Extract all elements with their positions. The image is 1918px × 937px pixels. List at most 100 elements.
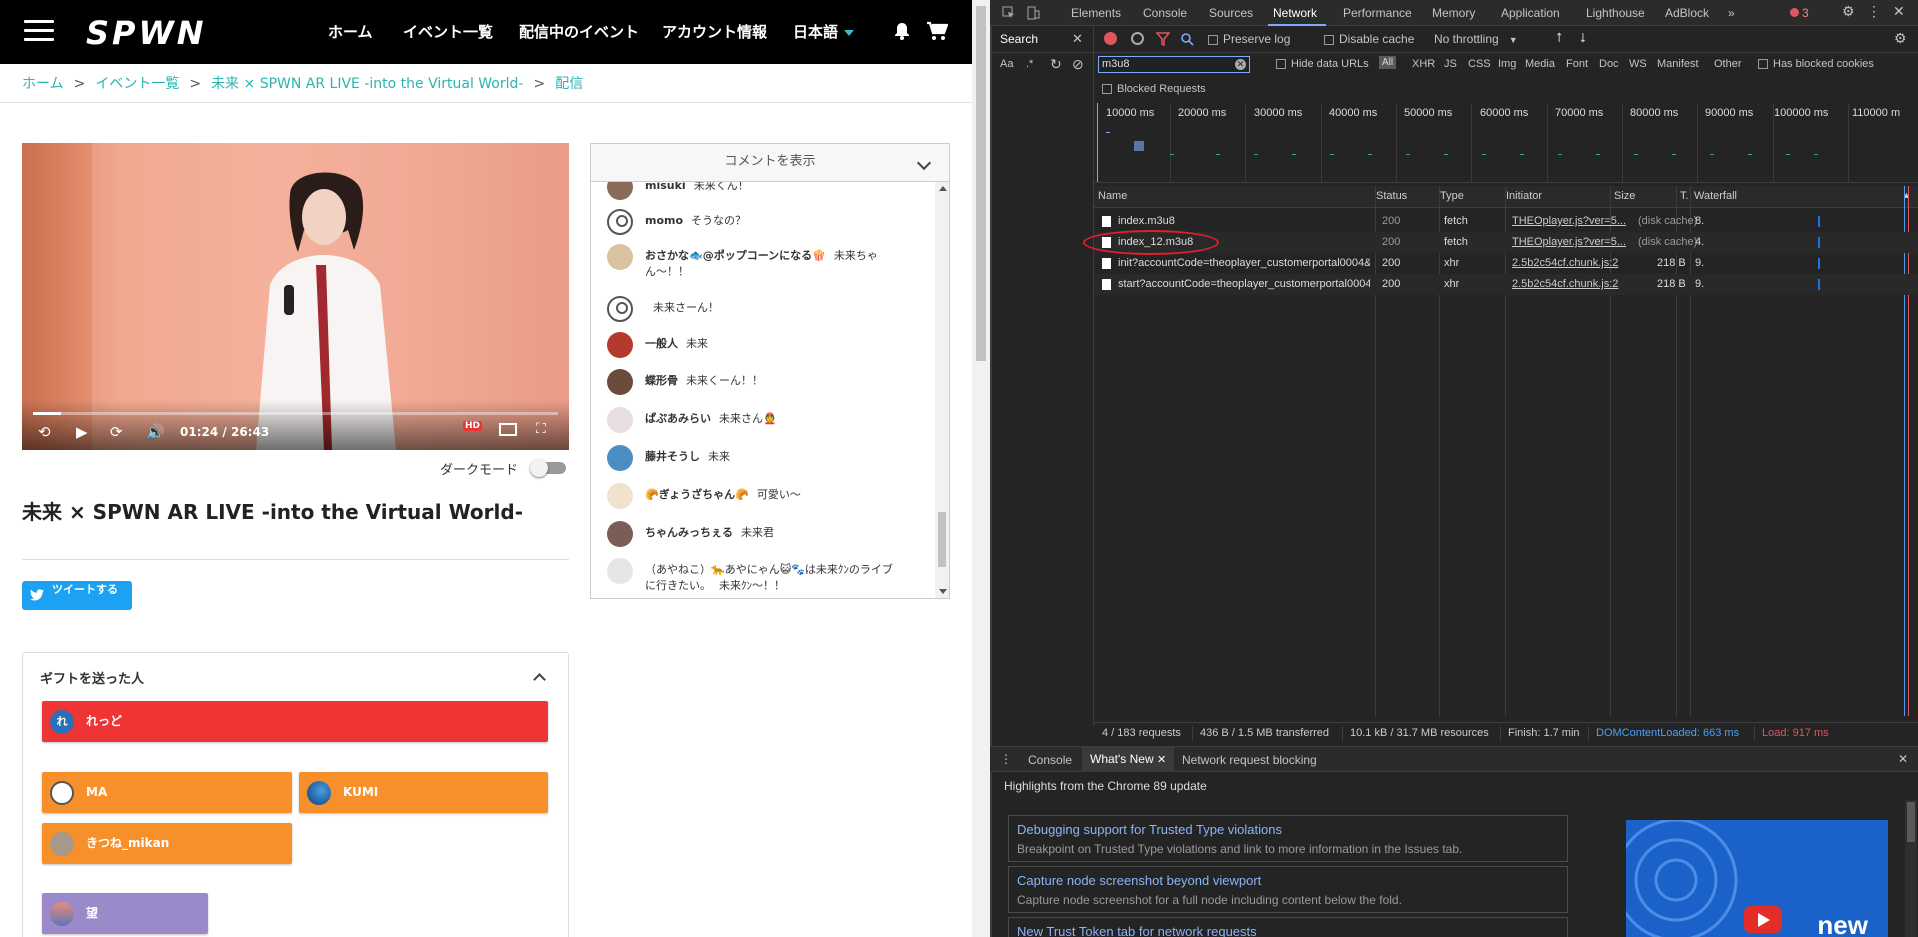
- inspect-element-icon[interactable]: [1002, 6, 1016, 20]
- column-initiator[interactable]: Initiator: [1506, 190, 1542, 202]
- chevron-up-icon[interactable]: [533, 673, 546, 686]
- scrollbar-thumb[interactable]: [938, 512, 946, 567]
- video-progress-bar[interactable]: [33, 412, 558, 415]
- breadcrumb-events[interactable]: イベント一覧: [95, 76, 179, 92]
- request-row[interactable]: start?accountCode=theoplayer_customerpor…: [1094, 274, 1918, 295]
- tab-adblock[interactable]: AdBlock: [1665, 6, 1709, 20]
- clear-search-icon[interactable]: ⊘: [1072, 56, 1084, 73]
- filter-icon[interactable]: [1156, 32, 1170, 46]
- column-size[interactable]: Size: [1614, 190, 1635, 202]
- type-filter-all[interactable]: All: [1379, 56, 1397, 69]
- rewind-10-icon[interactable]: ⟲: [38, 423, 51, 441]
- close-icon[interactable]: ✕: [1893, 3, 1905, 20]
- tab-sources[interactable]: Sources: [1209, 6, 1253, 20]
- request-row[interactable]: index.m3u8 200 fetch THEOplayer.js?ver=5…: [1094, 211, 1918, 232]
- tab-elements[interactable]: Elements: [1071, 6, 1121, 20]
- hamburger-icon[interactable]: [24, 20, 54, 42]
- request-initiator[interactable]: 2.5b2c54cf.chunk.js:2: [1512, 253, 1632, 274]
- type-filter-other[interactable]: Other: [1714, 58, 1742, 70]
- scrollbar-thumb[interactable]: [1907, 802, 1915, 842]
- tab-network[interactable]: Network: [1273, 6, 1317, 20]
- export-har-icon[interactable]: ⭣: [1580, 30, 1586, 46]
- whats-new-card[interactable]: Capture node screenshot beyond viewport …: [1008, 866, 1568, 913]
- nav-account[interactable]: アカウント情報: [662, 21, 767, 42]
- clear-icon[interactable]: [1131, 32, 1144, 45]
- more-tabs-icon[interactable]: »: [1728, 6, 1735, 20]
- throttling-select[interactable]: No throttling ▼: [1434, 32, 1518, 46]
- spwn-logo[interactable]: SPWN: [86, 14, 207, 52]
- nav-live-events[interactable]: 配信中のイベント: [519, 21, 639, 42]
- column-time[interactable]: T.: [1680, 190, 1689, 202]
- language-selector[interactable]: 日本語: [793, 21, 855, 42]
- scroll-up-arrow-icon[interactable]: [939, 186, 947, 191]
- type-filter-ws[interactable]: WS: [1629, 58, 1647, 70]
- device-toolbar-icon[interactable]: [1026, 6, 1040, 20]
- type-filter-doc[interactable]: Doc: [1599, 58, 1619, 70]
- drawer-tab-network-request-blocking[interactable]: Network request blocking: [1182, 753, 1317, 767]
- drawer-menu-icon[interactable]: ⋮: [1000, 752, 1012, 766]
- column-name[interactable]: Name: [1098, 190, 1127, 202]
- search-icon[interactable]: [1180, 32, 1194, 46]
- type-filter-font[interactable]: Font: [1566, 58, 1588, 70]
- type-filter-css[interactable]: CSS: [1468, 58, 1491, 70]
- fullscreen-icon[interactable]: ⛶: [536, 421, 546, 437]
- comment-scrollbar[interactable]: [935, 182, 949, 598]
- theater-mode-icon[interactable]: [499, 423, 517, 436]
- close-drawer-icon[interactable]: ✕: [1898, 752, 1908, 766]
- more-options-icon[interactable]: ⋮: [1867, 3, 1881, 20]
- video-player[interactable]: [22, 143, 569, 450]
- request-initiator[interactable]: THEOplayer.js?ver=5...: [1512, 211, 1632, 232]
- tab-lighthouse[interactable]: Lighthouse: [1586, 6, 1645, 20]
- scroll-down-arrow-icon[interactable]: [939, 589, 947, 594]
- drawer-tab-console[interactable]: Console: [1028, 753, 1072, 767]
- request-row[interactable]: init?accountCode=theoplayer_customerport…: [1094, 253, 1918, 274]
- whats-new-video-thumbnail[interactable]: new: [1626, 820, 1888, 937]
- type-filter-media[interactable]: Media: [1525, 58, 1555, 70]
- tab-application[interactable]: Application: [1501, 6, 1560, 20]
- tab-console[interactable]: Console: [1143, 6, 1187, 20]
- import-har-icon[interactable]: ⭡: [1556, 30, 1562, 46]
- column-type[interactable]: Type: [1440, 190, 1464, 202]
- play-icon[interactable]: ▶: [76, 423, 88, 441]
- whats-new-card[interactable]: New Trust Token tab for network requests: [1008, 917, 1568, 937]
- network-settings-icon[interactable]: ⚙: [1894, 30, 1907, 47]
- breadcrumb-event[interactable]: 未来 × SPWN AR LIVE -into the Virtual Worl…: [211, 76, 523, 92]
- tab-memory[interactable]: Memory: [1432, 6, 1475, 20]
- column-waterfall[interactable]: Waterfall: [1694, 190, 1737, 202]
- youtube-play-icon[interactable]: [1744, 906, 1782, 933]
- blocked-requests-checkbox[interactable]: Blocked Requests: [1102, 83, 1206, 95]
- type-filter-manifest[interactable]: Manifest: [1657, 58, 1699, 70]
- type-filter-xhr[interactable]: XHR: [1412, 58, 1435, 70]
- request-initiator[interactable]: THEOplayer.js?ver=5...: [1512, 232, 1632, 253]
- tweet-button[interactable]: ツイートする: [22, 581, 132, 610]
- hd-quality-icon[interactable]: HD: [463, 421, 483, 431]
- comment-toggle-header[interactable]: コメントを表示: [591, 144, 949, 182]
- scrollbar-thumb[interactable]: [976, 6, 986, 361]
- error-count-badge[interactable]: 3: [1790, 6, 1809, 20]
- timeline-overview[interactable]: 10000 ms 20000 ms 30000 ms 40000 ms 5000…: [1094, 103, 1918, 183]
- clear-filter-icon[interactable]: ✕: [1235, 59, 1246, 70]
- request-initiator[interactable]: 2.5b2c54cf.chunk.js:2: [1512, 274, 1632, 295]
- bell-icon[interactable]: [894, 22, 910, 40]
- drawer-tab-whats-new[interactable]: What's New ✕: [1082, 747, 1175, 772]
- dark-mode-toggle[interactable]: [530, 459, 566, 477]
- has-blocked-cookies-checkbox[interactable]: Has blocked cookies: [1758, 58, 1874, 70]
- gear-icon[interactable]: ⚙: [1842, 3, 1855, 20]
- tab-performance[interactable]: Performance: [1343, 6, 1412, 20]
- type-filter-img[interactable]: Img: [1498, 58, 1516, 70]
- column-status[interactable]: Status: [1376, 190, 1407, 202]
- whats-new-card[interactable]: Debugging support for Trusted Type viola…: [1008, 815, 1568, 862]
- hide-data-urls-checkbox[interactable]: Hide data URLs: [1276, 58, 1369, 70]
- nav-home[interactable]: ホーム: [328, 21, 373, 42]
- volume-icon[interactable]: 🔊: [146, 423, 165, 441]
- forward-10-icon[interactable]: ⟳: [110, 423, 123, 441]
- drawer-scrollbar[interactable]: [1905, 800, 1917, 937]
- match-case-toggle[interactable]: Aa: [1000, 58, 1013, 70]
- filter-input[interactable]: m3u8 ✕: [1098, 56, 1250, 73]
- close-tab-icon[interactable]: ✕: [1157, 754, 1166, 766]
- breadcrumb-stream[interactable]: 配信: [555, 76, 583, 92]
- refresh-icon[interactable]: ↻: [1050, 56, 1062, 73]
- cart-icon[interactable]: [926, 21, 948, 41]
- preserve-log-checkbox[interactable]: Preserve log: [1208, 32, 1290, 46]
- disable-cache-checkbox[interactable]: Disable cache: [1324, 32, 1414, 46]
